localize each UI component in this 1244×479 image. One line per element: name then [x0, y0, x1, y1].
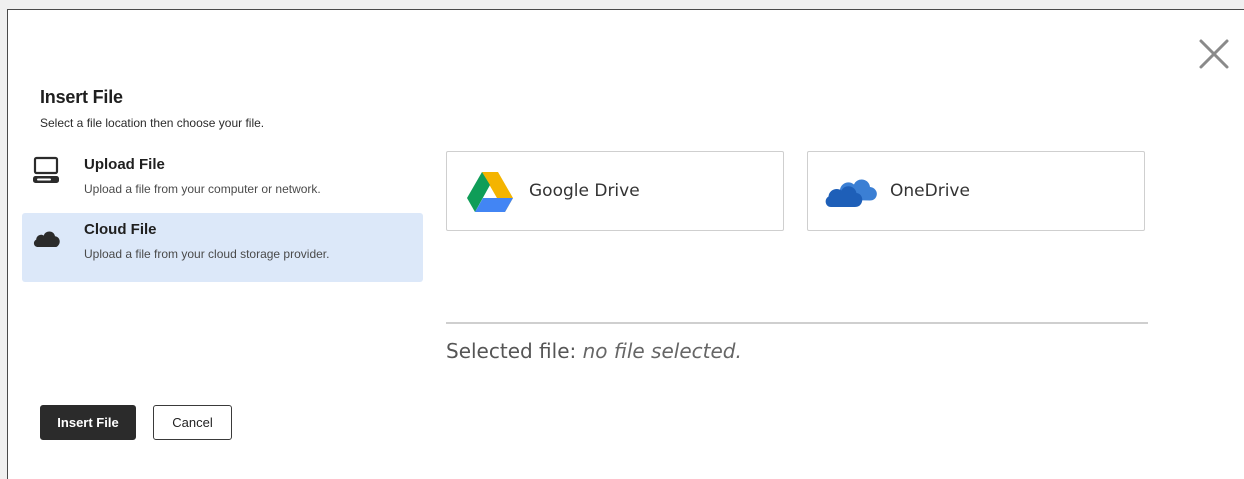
- insert-file-dialog: Insert File Select a file location then …: [7, 9, 1244, 479]
- insert-file-button[interactable]: Insert File: [40, 405, 136, 440]
- google-drive-icon: [467, 172, 513, 212]
- provider-google-drive[interactable]: Google Drive: [446, 151, 784, 231]
- divider: [446, 322, 1148, 324]
- cloud-icon: [33, 231, 60, 247]
- location-label: Upload File: [84, 156, 165, 173]
- dialog-title: Insert File: [40, 87, 123, 107]
- location-option-upload-file[interactable]: Upload File Upload a file from your comp…: [22, 148, 423, 217]
- selected-file-text: Selected file: no file selected.: [446, 339, 742, 363]
- location-option-cloud-file[interactable]: Cloud File Upload a file from your cloud…: [22, 213, 423, 282]
- selected-file-label: Selected file:: [446, 339, 577, 363]
- provider-name: OneDrive: [890, 181, 970, 201]
- location-description: Upload a file from your cloud storage pr…: [84, 247, 330, 261]
- cancel-button[interactable]: Cancel: [153, 405, 232, 440]
- close-icon: [1199, 39, 1229, 69]
- provider-onedrive[interactable]: OneDrive: [807, 151, 1145, 231]
- dialog-subtitle: Select a file location then choose your …: [40, 116, 265, 130]
- selected-file-value: no file selected.: [582, 339, 742, 363]
- computer-icon: [33, 156, 59, 183]
- location-description: Upload a file from your computer or netw…: [84, 182, 321, 196]
- onedrive-icon: [825, 179, 877, 207]
- close-button[interactable]: [1196, 36, 1232, 72]
- location-label: Cloud File: [84, 221, 157, 238]
- provider-name: Google Drive: [529, 181, 640, 201]
